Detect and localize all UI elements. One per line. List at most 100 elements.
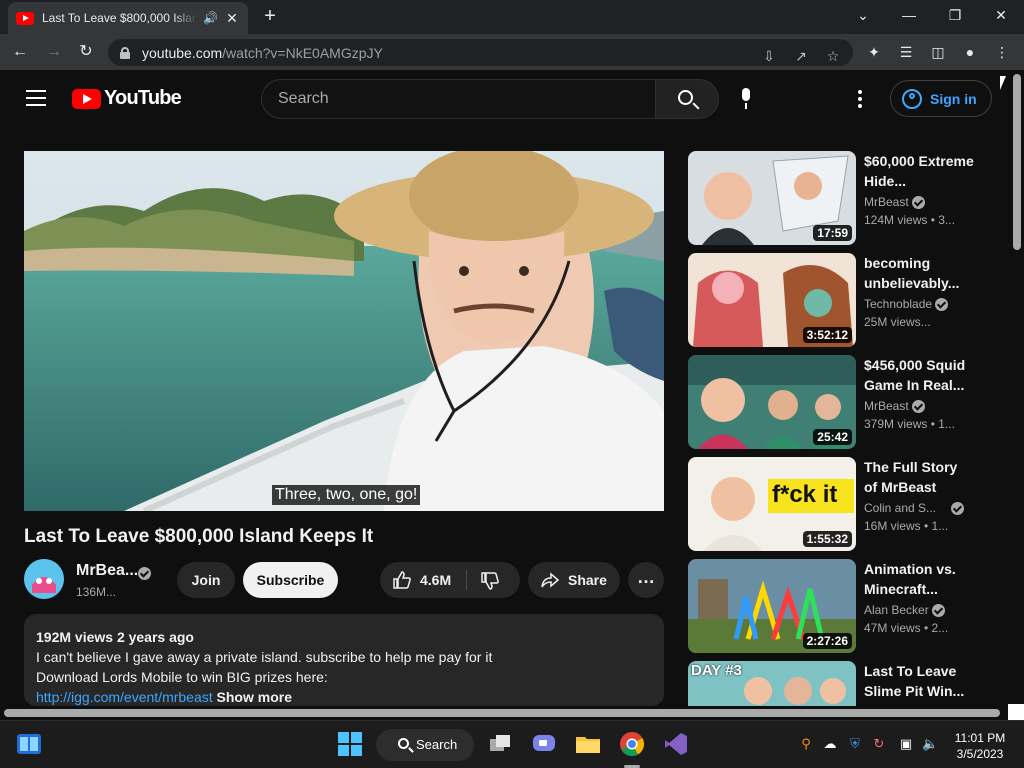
recommendation-channel[interactable]: Colin and S...: [864, 501, 965, 516]
horizontal-scrollbar-thumb[interactable]: [4, 709, 1000, 717]
file-explorer-icon[interactable]: [575, 731, 601, 757]
dislike-icon[interactable]: [480, 571, 500, 591]
windows-taskbar: Search ⚲ ☁ ⛨ ↻ ▣ 🔈 11:01 PM 3/5/2023: [0, 720, 1024, 768]
video-duration: 1:55:32: [802, 531, 852, 547]
show-more-button[interactable]: Show more: [217, 689, 292, 705]
taskbar-clock[interactable]: 11:01 PM 3/5/2023: [940, 730, 1020, 762]
vertical-scrollbar-thumb[interactable]: [1013, 74, 1021, 250]
more-icon[interactable]: [858, 90, 862, 108]
description-link[interactable]: http://igg.com/event/mrbeast: [36, 689, 213, 705]
extensions-icon[interactable]: ✦: [864, 42, 884, 62]
like-icon[interactable]: [392, 570, 412, 590]
share-arrow-icon: [541, 572, 560, 588]
recommendation-item[interactable]: f*ck it 1:55:32 The Full Story of MrBeas…: [688, 457, 988, 551]
recommendation-title[interactable]: The Full Story of MrBeast: [864, 457, 974, 497]
clock-date: 3/5/2023: [956, 747, 1004, 761]
security-icon[interactable]: ⛨: [847, 736, 863, 752]
plus-icon[interactable]: +: [258, 4, 282, 28]
video-player[interactable]: [24, 151, 664, 511]
subscribe-button[interactable]: Subscribe: [243, 562, 338, 598]
sidepanel-icon[interactable]: ◫: [928, 42, 948, 62]
recommendation-channel-name: Alan Becker: [864, 603, 929, 617]
task-view-icon[interactable]: [487, 731, 513, 757]
share-button[interactable]: Share: [528, 562, 620, 598]
forward-icon[interactable]: →: [42, 40, 66, 64]
recommendation-thumbnail[interactable]: f*ck it 1:55:32: [688, 457, 856, 551]
recommendation-channel[interactable]: MrBeast: [864, 399, 926, 414]
join-button[interactable]: Join: [177, 562, 235, 598]
reload-icon[interactable]: ↻: [74, 40, 98, 64]
like-count[interactable]: 4.6M: [420, 572, 451, 588]
vertical-scrollbar[interactable]: [1010, 70, 1024, 706]
chrome-icon[interactable]: [619, 731, 645, 757]
recommendation-views: 47M views • 2...: [864, 621, 949, 635]
window-close-icon[interactable]: ✕: [978, 0, 1024, 30]
back-icon[interactable]: ←: [8, 40, 32, 64]
task-view-icon-art: [490, 735, 510, 751]
volume-icon[interactable]: 🔈: [922, 736, 938, 752]
recommendation-views: 124M views • 3...: [864, 213, 955, 227]
taskbar-search[interactable]: Search: [376, 729, 474, 761]
horizontal-scrollbar[interactable]: [0, 706, 1010, 720]
chat-icon[interactable]: [531, 731, 557, 757]
cloud-icon[interactable]: ☁: [822, 736, 838, 752]
recommendation-item[interactable]: DAY #3 Last To Leave Slime Pit Win...: [688, 661, 988, 706]
description-box[interactable]: 192M views 2 years ago I can't believe I…: [24, 614, 664, 706]
channel-avatar[interactable]: [24, 559, 64, 599]
recommendation-thumbnail[interactable]: 25:42: [688, 355, 856, 449]
search-icon: [678, 90, 693, 105]
sign-in-label: Sign in: [930, 90, 977, 107]
update-icon[interactable]: ↻: [871, 736, 887, 752]
more-actions-button[interactable]: …: [628, 562, 664, 598]
recommendation-item[interactable]: 25:42 $456,000 Squid Game In Real... MrB…: [688, 355, 988, 449]
view-count-date: 192M views 2 years ago: [36, 629, 194, 645]
recommendation-channel[interactable]: MrBeast: [864, 195, 926, 210]
recommendation-title[interactable]: Animation vs. Minecraft...: [864, 559, 974, 599]
star-icon[interactable]: ☆: [824, 47, 842, 65]
recommendation-thumbnail[interactable]: DAY #3: [688, 661, 856, 706]
recommendation-title[interactable]: becoming unbelievably...: [864, 253, 974, 293]
recommendation-thumbnail[interactable]: 3:52:12: [688, 253, 856, 347]
browser-tab[interactable]: Last To Leave $800,000 Island Keeps It 🔊…: [8, 2, 248, 34]
recommendation-channel[interactable]: Technoblade: [864, 297, 949, 312]
widgets-icon[interactable]: [16, 731, 42, 757]
recommendation-channel[interactable]: Alan Becker: [864, 603, 946, 618]
mic-icon[interactable]: [740, 88, 752, 110]
chrome-icon-art: [620, 732, 645, 757]
restore-icon[interactable]: ❐: [932, 0, 978, 30]
recommendation-item[interactable]: 3:52:12 becoming unbelievably... Technob…: [688, 253, 988, 347]
recommendation-thumbnail[interactable]: 2:27:26: [688, 559, 856, 653]
start-icon[interactable]: [337, 731, 363, 757]
search-tray-icon[interactable]: ⚲: [798, 736, 814, 752]
recommendation-title[interactable]: $60,000 Extreme Hide...: [864, 151, 974, 191]
video-duration: 17:59: [813, 225, 852, 241]
address-bar[interactable]: youtube.com/watch?v=NkE0AMGzpJY ⇩ ↗ ☆: [108, 39, 853, 66]
recommendation-title[interactable]: Last To Leave Slime Pit Win...: [864, 661, 974, 701]
chevron-down-icon[interactable]: ⌄: [840, 0, 886, 30]
recommendation-thumbnail[interactable]: 17:59: [688, 151, 856, 245]
minimize-icon[interactable]: —: [886, 0, 932, 30]
browser-menu-icon[interactable]: ⋮: [992, 42, 1012, 62]
install-icon[interactable]: ⇩: [760, 47, 778, 65]
menu-icon[interactable]: [26, 90, 46, 106]
media-icon[interactable]: ☰: [896, 42, 916, 62]
profile-icon[interactable]: ●: [960, 42, 980, 62]
recommendation-item[interactable]: 2:27:26 Animation vs. Minecraft... Alan …: [688, 559, 988, 653]
network-icon[interactable]: ▣: [898, 736, 914, 752]
sign-in-button[interactable]: Sign in: [890, 80, 992, 117]
taskbar-search-label: Search: [416, 737, 458, 752]
chat-icon-art: [533, 735, 555, 751]
audio-icon[interactable]: 🔊: [203, 11, 218, 25]
recommendation-item[interactable]: 17:59 $60,000 Extreme Hide... MrBeast 12…: [688, 151, 988, 245]
search-button[interactable]: [655, 79, 719, 119]
search-input[interactable]: Search: [261, 79, 656, 119]
lock-icon[interactable]: [120, 46, 130, 59]
visual-studio-icon[interactable]: [663, 731, 689, 757]
youtube-logo[interactable]: YouTube: [72, 87, 182, 110]
recommendation-channel-name: MrBeast: [864, 399, 909, 413]
youtube-logo-icon: [72, 88, 101, 109]
recommendation-title[interactable]: $456,000 Squid Game In Real...: [864, 355, 974, 395]
close-icon[interactable]: ✕: [224, 10, 240, 27]
channel-name[interactable]: MrBea...: [76, 562, 138, 580]
share-icon[interactable]: ↗: [792, 47, 810, 65]
